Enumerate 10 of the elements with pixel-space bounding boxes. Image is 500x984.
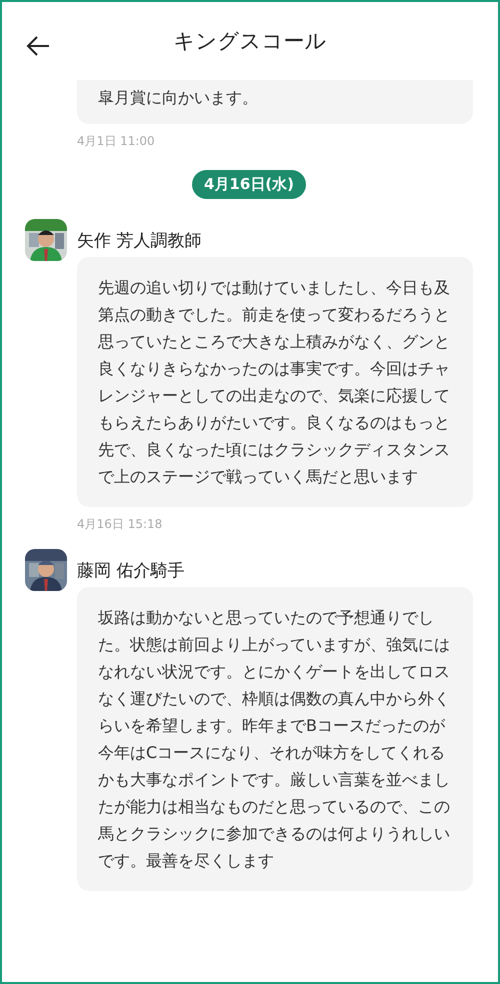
message-text: 坂路は動かないと思っていたので予想通りでした。状態は前回より上がっていますが、強気にはなれない状況です。とにかくゲートを出してロスなく運びたいので、枠順は偶数の真ん中から外くらいを希望します。昨年までBコースだったのが今年はCコースになり、それが味方をしてくれるかも大事なポイントです。厳しい言葉を並べましたが能力は相当なものだと思っているので、この馬とクラシックに参加できるのは何よりうれしいです。最善を尽くします (98, 608, 450, 870)
timestamp: 4月16日 15:18 (77, 516, 162, 533)
timestamp: 4月1日 11:00 (77, 133, 155, 150)
screen-title: キングスコール (174, 28, 326, 55)
sender-name: 藤岡 佑介騎手 (77, 560, 184, 582)
back-arrow-icon[interactable] (26, 36, 50, 56)
message-text: 皐月賞に向かいます。 (98, 88, 258, 107)
message-text: 先週の追い切りでは動けていましたし、今日も及第点の動きでした。前走を使って変わるだろうと思っていたところで大きな上積みがなく、グンと良くなりきらなかったのは事実です。今回はチャレンジャーとしての出走なので、気楽に応援してもらえたらありがたいです。良くなるのはもっと先で、良くなった頃にはクラシックディスタンスで上のステージで戦っていく馬だと思います (98, 278, 450, 486)
sender-name: 矢作 芳人調教師 (77, 230, 202, 252)
date-badge: 4月16日(水) (192, 170, 306, 199)
